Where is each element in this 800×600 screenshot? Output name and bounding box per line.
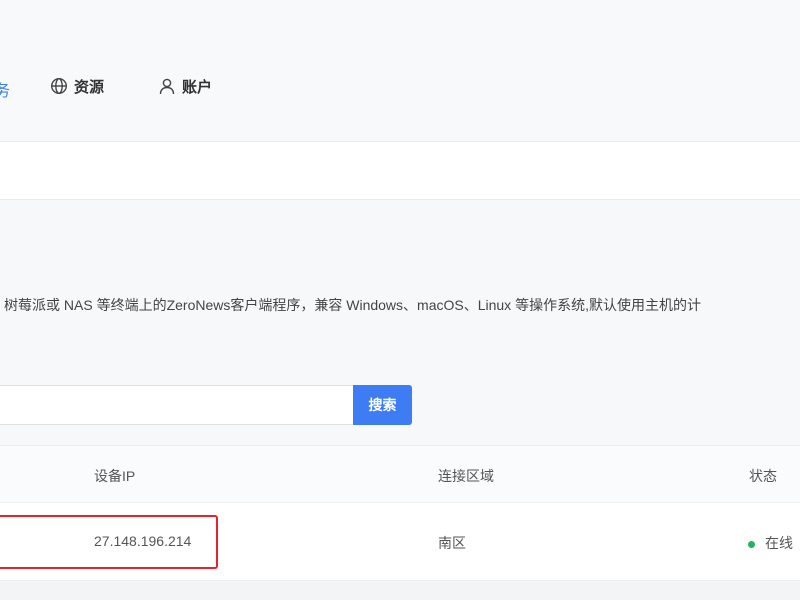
nav-item-account[interactable]: 账户 — [158, 74, 212, 98]
search-input[interactable] — [0, 385, 353, 425]
user-icon — [158, 77, 176, 95]
table-header: 设备IP 连接区域 状态 — [0, 445, 800, 503]
device-ip-value: 27.148.196.214 — [94, 533, 192, 549]
column-header-region: 连接区域 — [438, 468, 494, 484]
nav-item-partial[interactable]: 务 — [0, 77, 10, 101]
status-cell: 在线 — [748, 533, 793, 553]
nav-item-label: 账户 — [182, 78, 213, 96]
top-navigation: 务 资源 账户 — [0, 0, 800, 142]
page-description: 树莓派或 NAS 等终端上的ZeroNews客户端程序，兼容 Windows、m… — [4, 297, 701, 313]
nav-item-resources[interactable]: 资源 — [50, 74, 104, 98]
nav-item-label: 资源 — [74, 78, 105, 96]
column-header-device-ip: 设备IP — [94, 468, 136, 484]
column-header-status: 状态 — [749, 468, 777, 484]
status-value: 在线 — [765, 535, 793, 551]
bottom-band — [0, 582, 800, 600]
globe-icon — [50, 77, 68, 95]
table-row: 27.148.196.214 南区 在线 — [0, 503, 800, 581]
online-status-dot — [748, 540, 755, 548]
sub-header-strip — [0, 142, 800, 200]
search-button[interactable]: 搜索 — [353, 385, 412, 425]
region-value: 南区 — [438, 535, 466, 551]
